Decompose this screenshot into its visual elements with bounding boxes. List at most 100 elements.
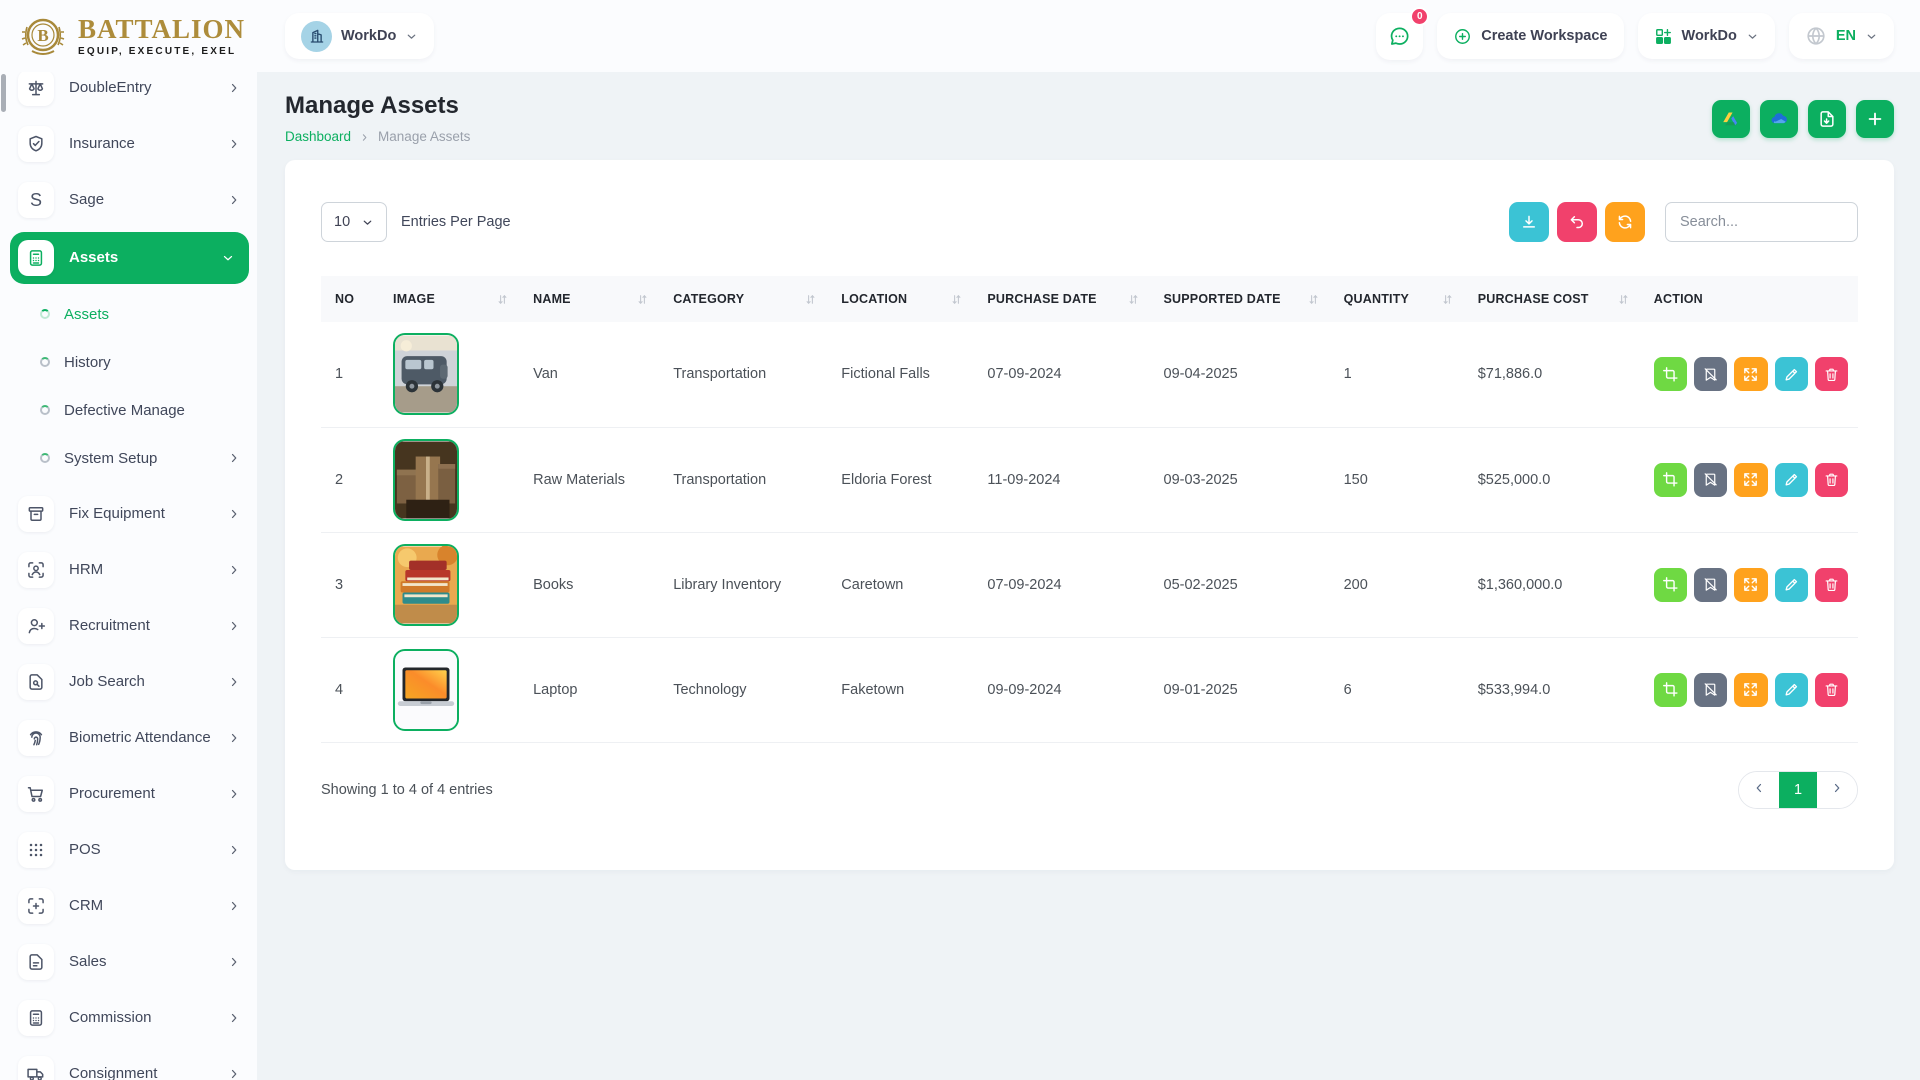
column-header-image[interactable]: IMAGE [379, 276, 519, 322]
cell-quantity: 6 [1330, 637, 1464, 742]
sidebar-item-crm[interactable]: CRM [18, 882, 247, 930]
sidebar-item-consignment[interactable]: Consignment [18, 1050, 247, 1080]
cell-quantity: 200 [1330, 532, 1464, 637]
delete-button[interactable] [1815, 357, 1848, 391]
column-header-location[interactable]: LOCATION [827, 276, 973, 322]
unbookmark-button[interactable] [1694, 463, 1727, 497]
expand-button[interactable] [1734, 568, 1767, 602]
previous-page-button[interactable] [1739, 772, 1779, 808]
sort-icon [1441, 293, 1454, 306]
cell-supported-date: 09-03-2025 [1150, 427, 1330, 532]
edit-button[interactable] [1775, 357, 1808, 391]
cell-name: Van [519, 322, 659, 427]
barcode-button[interactable] [1654, 568, 1687, 602]
refresh-button[interactable] [1605, 202, 1645, 242]
column-header-supported-date[interactable]: SUPPORTED DATE [1150, 276, 1330, 322]
chevron-right-icon [227, 1011, 241, 1025]
sidebar-subitem-history[interactable]: History [18, 340, 247, 384]
create-workspace-button[interactable]: Create Workspace [1437, 13, 1623, 59]
expand-button[interactable] [1734, 357, 1767, 391]
expand-button[interactable] [1734, 673, 1767, 707]
column-header-action: ACTION [1640, 276, 1858, 322]
sidebar-menu: DoubleEntry Insurance SSage AssetsAssetsHis… [18, 72, 247, 1080]
sidebar-submenu-assets: AssetsHistory Defective Manage System Setu… [18, 292, 247, 480]
cell-no: 3 [321, 532, 379, 637]
sidebar-subitem-system-setup[interactable]: System Setup [18, 436, 247, 480]
sidebar-item-sales[interactable]: Sales [18, 938, 247, 986]
edit-button[interactable] [1775, 568, 1808, 602]
main-content: Manage Assets Dashboard Manage Assets 10… [257, 72, 1920, 1080]
sidebar-subitem-defective-manage[interactable]: Defective Manage [18, 388, 247, 432]
sidebar-item-commission[interactable]: Commission [18, 994, 247, 1042]
sidebar-item-job-search[interactable]: Job Search [18, 658, 247, 706]
sidebar-item-sage[interactable]: SSage [18, 176, 247, 224]
delete-button[interactable] [1815, 568, 1848, 602]
unbookmark-button[interactable] [1694, 673, 1727, 707]
sidebar-item-pos[interactable]: POS [18, 826, 247, 874]
barcode-button[interactable] [1654, 463, 1687, 497]
delete-button[interactable] [1815, 673, 1848, 707]
edit-button[interactable] [1775, 463, 1808, 497]
unbookmark-button[interactable] [1694, 357, 1727, 391]
export-button[interactable] [1509, 202, 1549, 242]
barcode-button[interactable] [1654, 673, 1687, 707]
column-header-purchase-date[interactable]: PURCHASE DATE [973, 276, 1149, 322]
breadcrumb-dashboard-link[interactable]: Dashboard [285, 129, 351, 144]
fingerprint-icon [18, 720, 54, 756]
onedrive-button[interactable] [1760, 100, 1798, 138]
chevron-right-icon [227, 507, 241, 521]
add-asset-button[interactable] [1856, 100, 1894, 138]
edit-button[interactable] [1775, 673, 1808, 707]
sidebar-item-assets[interactable]: Assets [10, 232, 249, 284]
sidebar-item-procurement[interactable]: Procurement [18, 770, 247, 818]
entries-per-page-select[interactable]: 10 [321, 202, 387, 242]
chevron-right-icon [227, 563, 241, 577]
sidebar-item-insurance[interactable]: Insurance [18, 120, 247, 168]
page-number-button[interactable]: 1 [1779, 772, 1817, 808]
expand-button[interactable] [1734, 463, 1767, 497]
cell-image [379, 427, 519, 532]
column-header-category[interactable]: CATEGORY [659, 276, 827, 322]
column-header-purchase-cost[interactable]: PURCHASE COST [1464, 276, 1640, 322]
cell-action [1640, 427, 1858, 532]
brand-name: BATTALION [78, 16, 245, 43]
sidebar-scrollbar[interactable] [1, 74, 6, 112]
topbar: WorkDo 0 Create Workspace WorkDo EN [257, 0, 1920, 72]
sidebar-item-doubleentry[interactable]: DoubleEntry [18, 72, 247, 112]
chevron-down-icon [221, 251, 235, 265]
barcode-button[interactable] [1654, 357, 1687, 391]
column-header-quantity[interactable]: QUANTITY [1330, 276, 1464, 322]
messages-button[interactable]: 0 [1376, 13, 1423, 60]
search-input[interactable] [1665, 202, 1858, 242]
reset-button[interactable] [1557, 202, 1597, 242]
sidebar-subitem-label: Defective Manage [64, 402, 241, 419]
column-header-name[interactable]: NAME [519, 276, 659, 322]
delete-button[interactable] [1815, 463, 1848, 497]
cell-purchase-cost: $1,360,000.0 [1464, 532, 1640, 637]
brand-logo[interactable]: B BATTALION EQUIP, EXECUTE, EXEL [0, 0, 257, 72]
cell-purchase-cost: $533,994.0 [1464, 637, 1640, 742]
sidebar-item-biometric-attendance[interactable]: Biometric Attendance [18, 714, 247, 762]
workspace-selector[interactable]: WorkDo [285, 13, 434, 59]
next-page-button[interactable] [1817, 772, 1857, 808]
scale-icon [18, 72, 54, 106]
cell-action [1640, 532, 1858, 637]
google-drive-button[interactable] [1712, 100, 1750, 138]
crop-icon [1662, 471, 1679, 488]
sidebar-item-fix-equipment[interactable]: Fix Equipment [18, 490, 247, 538]
chevron-right-icon [227, 955, 241, 969]
import-button[interactable] [1808, 100, 1846, 138]
apps-menu-button[interactable]: WorkDo [1638, 13, 1775, 59]
sidebar-item-recruitment[interactable]: Recruitment [18, 602, 247, 650]
sort-icon [950, 293, 963, 306]
language-selector[interactable]: EN [1789, 13, 1894, 59]
cell-purchase-cost: $71,886.0 [1464, 322, 1640, 427]
workspace-label: WorkDo [341, 28, 396, 44]
crop-icon [1662, 576, 1679, 593]
unbookmark-button[interactable] [1694, 568, 1727, 602]
sidebar-item-hrm[interactable]: HRM [18, 546, 247, 594]
sidebar-subitem-assets[interactable]: Assets [18, 292, 247, 336]
column-header-label: SUPPORTED DATE [1164, 292, 1281, 306]
pagination: 1 [1738, 771, 1858, 809]
cell-location: Faketown [827, 637, 973, 742]
